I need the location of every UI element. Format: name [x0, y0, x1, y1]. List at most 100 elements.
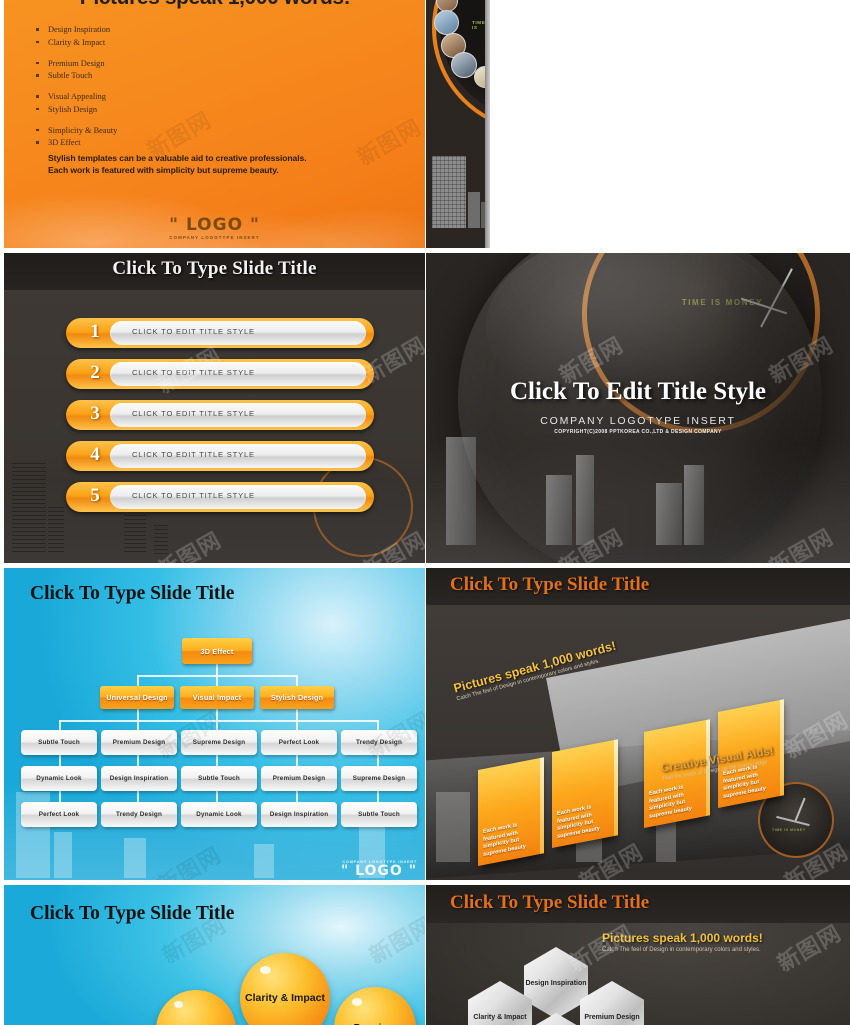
building-graphic: [656, 483, 682, 545]
slide1-lead-text: Stylish templates can be a valuable aid …: [48, 152, 378, 176]
list-item[interactable]: 2 CLICK TO EDIT TITLE STYLE: [66, 359, 374, 389]
item-label: CLICK TO EDIT TITLE STYLE: [132, 409, 255, 418]
org-node-l3[interactable]: Supreme Design: [181, 730, 257, 755]
item-label: CLICK TO EDIT TITLE STYLE: [132, 491, 255, 500]
slide4-subtitle: COMPANY LOGOTYPE INSERT: [540, 415, 736, 427]
building-graphic: [436, 792, 470, 862]
panel-edge: [780, 699, 784, 796]
item-caption[interactable]: CLICK TO EDIT TITLE STYLE: [110, 485, 366, 509]
org-node-l3[interactable]: Dynamic Look: [181, 802, 257, 827]
slide6-header: Click To Type Slide Title: [426, 568, 850, 605]
sphere-highlight: [173, 1001, 184, 1009]
org-node-l3[interactable]: Subtle Touch: [21, 730, 97, 755]
content-panel[interactable]: Each work is featured with simplicity bu…: [478, 757, 544, 867]
item-caption[interactable]: CLICK TO EDIT TITLE STYLE: [110, 444, 366, 468]
org-node-l3[interactable]: Premium Design: [261, 766, 337, 791]
item-label: CLICK TO EDIT TITLE STYLE: [132, 368, 255, 377]
sphere-highlight: [352, 998, 362, 1006]
building-graphic: [432, 156, 466, 228]
org-node-l3[interactable]: Trendy Design: [341, 730, 417, 755]
slide-thumbnail-grid: Pictures speak 1,000 words! Design Inspi…: [0, 0, 850, 1025]
org-node-l3[interactable]: Supreme Design: [341, 766, 417, 791]
photo-thumb-icon: [451, 52, 477, 78]
list-item: Visual Appealing: [34, 91, 117, 102]
item-caption[interactable]: CLICK TO EDIT TITLE STYLE: [110, 403, 366, 427]
caption-subtext: Catch The feel of Design in contemporary…: [602, 947, 761, 953]
list-item[interactable]: 5 CLICK TO EDIT TITLE STYLE: [66, 482, 374, 512]
building-graphic: [154, 525, 168, 555]
list-item: Simplicity & Beauty: [34, 125, 117, 136]
org-node-l3[interactable]: Subtle Touch: [181, 766, 257, 791]
slide3-header: Click To Type Slide Title: [4, 253, 425, 290]
slide-thumbnail-3[interactable]: Click To Type Slide Title 1 CLICK TO EDI…: [4, 253, 425, 563]
logo-text: " LOGO ": [169, 215, 260, 235]
watermark: 新图网: [365, 913, 425, 970]
item-number: 3: [90, 403, 100, 424]
building-graphic: [684, 465, 704, 545]
slide-thumbnail-1[interactable]: Pictures speak 1,000 words! Design Inspi…: [4, 0, 425, 248]
org-node-root[interactable]: 3D Effect: [182, 638, 252, 664]
slide5-title: Click To Type Slide Title: [30, 583, 235, 604]
clock-hand-icon: [776, 815, 810, 826]
item-number: 5: [90, 485, 100, 506]
org-node-l3[interactable]: Subtle Touch: [341, 802, 417, 827]
org-node-l2[interactable]: Universal Design: [100, 686, 174, 709]
clock-hand-icon: [794, 797, 806, 823]
lead-line-1: Stylish templates can be a valuable aid …: [48, 153, 307, 163]
list-item[interactable]: 1 CLICK TO EDIT TITLE STYLE: [66, 318, 374, 348]
slide8-header: Click To Type Slide Title: [426, 885, 850, 923]
list-item: Clarity & Impact: [34, 37, 117, 48]
connector: [137, 720, 139, 730]
city-silhouette: [426, 423, 850, 563]
sphere-item[interactable]: Premium: [334, 987, 416, 1025]
sphere-item[interactable]: Clarity & Impact: [240, 953, 330, 1025]
org-node-l2[interactable]: Visual Impact: [180, 686, 254, 709]
slide-thumbnail-6[interactable]: TIME IS MONEY Each work is featured with…: [426, 568, 850, 880]
slide-thumbnail-2[interactable]: TIME IS: [426, 0, 490, 248]
building-graphic: [254, 844, 274, 878]
org-node-l3[interactable]: Trendy Design: [101, 802, 177, 827]
slide5-logo: COMPANY LOGOTYPE INSERT " LOGO ": [341, 860, 417, 878]
connector: [59, 720, 61, 730]
org-node-l3[interactable]: Premium Design: [101, 730, 177, 755]
building-graphic: [546, 475, 572, 545]
slide-thumbnail-5[interactable]: Click To Type Slide Title 3D Effect Univ…: [4, 568, 425, 880]
slide-edge: [485, 0, 490, 248]
building-graphic: [54, 832, 72, 878]
logo-subtext: COMPANY LOGOTYPE INSERT: [169, 235, 260, 240]
list-item: Premium Design: [34, 58, 117, 69]
content-panel[interactable]: Each work is featured with simplicity bu…: [552, 739, 618, 849]
org-node-l3[interactable]: Dynamic Look: [21, 766, 97, 791]
org-node-l2[interactable]: Stylish Design: [260, 686, 334, 709]
hexagon-label: Design Inspiration: [525, 979, 587, 987]
org-node-l3[interactable]: Perfect Look: [21, 802, 97, 827]
item-label: CLICK TO EDIT TITLE STYLE: [132, 450, 255, 459]
slide4-title: Click To Edit Title Style: [509, 378, 767, 405]
sphere-label: Clarity & Impact: [245, 991, 325, 1004]
lead-line-2: Each work is featured with simplicity bu…: [48, 165, 279, 175]
building-graphic: [12, 463, 46, 555]
slide-thumbnail-8[interactable]: Design Inspiration Clarity & Impact Prem…: [426, 885, 850, 1025]
panel-text: Each work is featured with simplicity bu…: [649, 784, 692, 820]
slide-thumbnail-4[interactable]: TIME IS MONEY Click To Edit Title Style …: [426, 253, 850, 563]
list-item[interactable]: 3 CLICK TO EDIT TITLE STYLE: [66, 400, 374, 430]
hexagon-label: Premium Design: [584, 1013, 640, 1021]
caption-headline: Pictures speak 1,000 words!: [602, 931, 763, 945]
connector: [59, 720, 379, 722]
slide8-caption: Pictures speak 1,000 words! Catch The fe…: [602, 931, 763, 953]
item-caption[interactable]: CLICK TO EDIT TITLE STYLE: [110, 321, 366, 345]
sphere-item[interactable]: Design: [156, 990, 236, 1025]
org-node-l3[interactable]: Design Inspiration: [261, 802, 337, 827]
list-item: Subtle Touch: [34, 70, 117, 81]
item-caption[interactable]: CLICK TO EDIT TITLE STYLE: [110, 362, 366, 386]
org-node-l3[interactable]: Perfect Look: [261, 730, 337, 755]
slide1-title: Pictures speak 1,000 words!: [20, 0, 410, 10]
building-graphic: [124, 515, 146, 555]
panel-text: Each work is featured with simplicity bu…: [483, 822, 526, 858]
list-item[interactable]: 4 CLICK TO EDIT TITLE STYLE: [66, 441, 374, 471]
slide-thumbnail-7[interactable]: Click To Type Slide Title Design Clarity…: [4, 885, 425, 1025]
slide1-bullet-list: Design Inspiration Clarity & Impact Prem…: [34, 24, 117, 150]
org-node-l3[interactable]: Design Inspiration: [101, 766, 177, 791]
building-graphic: [48, 507, 64, 555]
connector: [377, 720, 379, 730]
